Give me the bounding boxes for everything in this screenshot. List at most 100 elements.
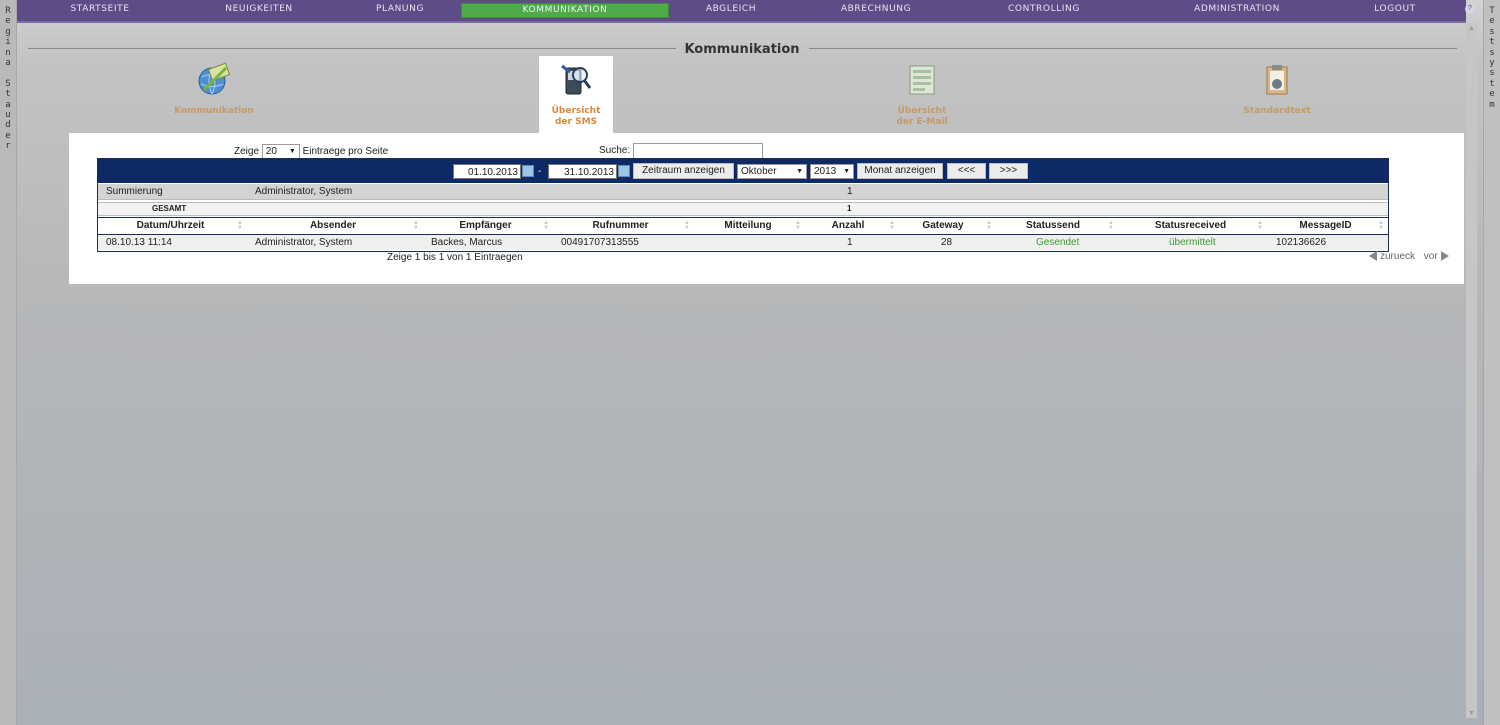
- date-from-input[interactable]: 01.10.2013: [453, 164, 521, 179]
- scroll-up-icon[interactable]: ▲: [1468, 25, 1475, 32]
- clipboard-icon: [1266, 65, 1288, 95]
- phone-magnifier-icon: [561, 64, 592, 95]
- column-header-messageid[interactable]: MessageID: [1268, 218, 1383, 234]
- calendar-icon[interactable]: [618, 165, 630, 177]
- sms-table: 01.10.2013 - 31.10.2013 Zeitraum anzeige…: [97, 158, 1389, 252]
- nav-neuigkeiten[interactable]: NEUIGKEITEN: [215, 3, 303, 16]
- left-side-strip: Regina Stauder: [0, 0, 17, 725]
- scroll-down-icon[interactable]: ▼: [1468, 710, 1475, 717]
- cell-gateway: 28: [941, 237, 953, 248]
- column-header-statusreceived[interactable]: Statusreceived: [1118, 218, 1263, 234]
- table-row[interactable]: 08.10.13 11:14 Administrator, System Bac…: [98, 235, 1388, 250]
- system-name-letter: s: [1489, 47, 1495, 58]
- cell-datum: 08.10.13 11:14: [106, 237, 172, 248]
- cell-empfaenger: Backes, Marcus: [431, 237, 503, 248]
- page-size-select[interactable]: 20 ▼: [261, 144, 300, 159]
- filter-toolbar: 01.10.2013 - 31.10.2013 Zeitraum anzeige…: [98, 159, 1388, 183]
- date-range-dash: -: [538, 166, 542, 177]
- column-header-empfaenger[interactable]: Empfänger: [423, 218, 548, 234]
- user-name-letter: a: [5, 57, 11, 68]
- cell-messageid: 102136626: [1276, 237, 1327, 248]
- user-name-letter: S: [5, 78, 11, 89]
- summary-row: Summierung Administrator, System 1: [98, 184, 1388, 200]
- system-name-letter: t: [1489, 78, 1495, 89]
- sort-icon[interactable]: ▲ ▼: [795, 220, 801, 231]
- user-name-letter: R: [5, 6, 11, 16]
- top-navigation: STARTSEITE NEUIGKEITEN PLANUNG KOMMUNIKA…: [17, 0, 1475, 23]
- column-header-anzahl[interactable]: Anzahl: [803, 218, 893, 234]
- system-name-letter: t: [1489, 37, 1495, 48]
- pagination: zurueck vor: [1369, 251, 1449, 262]
- sort-icon[interactable]: ▲ ▼: [1257, 220, 1263, 231]
- email-list-icon: [909, 65, 935, 95]
- previous-month-button[interactable]: <<<: [947, 163, 986, 179]
- system-name-letter: s: [1489, 26, 1495, 37]
- nav-administration[interactable]: ADMINISTRATION: [1182, 3, 1292, 16]
- module-label-line2: der E-Mail: [896, 117, 948, 127]
- dropdown-caret-icon: ▼: [796, 168, 803, 175]
- module-sms-overview[interactable]: Übersicht der SMS: [539, 56, 613, 134]
- user-name-letter: [0, 68, 16, 78]
- user-name-letter: d: [5, 120, 11, 131]
- date-to-input[interactable]: 31.10.2013: [548, 164, 617, 179]
- column-header-absender[interactable]: Absender: [248, 218, 418, 234]
- cell-absender: Administrator, System: [255, 237, 353, 248]
- user-name-letter: e: [5, 130, 11, 141]
- summary-count: 1: [847, 186, 853, 197]
- show-label: Zeige: [234, 146, 260, 158]
- column-header-datum[interactable]: Datum/Uhrzeit: [98, 218, 243, 234]
- month-select[interactable]: Oktober ▼: [737, 164, 807, 179]
- sort-icon[interactable]: ▲ ▼: [684, 220, 690, 231]
- sort-icon[interactable]: ▲ ▼: [1108, 220, 1114, 231]
- help-icon[interactable]: ?: [1465, 4, 1475, 14]
- calendar-icon[interactable]: [522, 165, 534, 177]
- next-arrow-icon[interactable]: [1440, 251, 1449, 262]
- vertical-scrollbar[interactable]: [1466, 23, 1477, 718]
- sort-icon[interactable]: ▲ ▼: [889, 220, 895, 231]
- nav-kommunikation[interactable]: KOMMUNIKATION: [461, 3, 669, 18]
- nav-controlling[interactable]: CONTROLLING: [1002, 3, 1086, 16]
- system-name-letter: s: [1489, 68, 1495, 79]
- sort-icon[interactable]: ▲ ▼: [413, 220, 419, 231]
- month-value: Oktober: [741, 166, 777, 177]
- table-info: Zeige 1 bis 1 von 1 Eintraegen: [387, 252, 523, 263]
- table-header: Datum/Uhrzeit ▲ ▼ Absender ▲ ▼ Empfänger ▲…: [98, 217, 1388, 235]
- previous-page-link[interactable]: zurueck: [1380, 251, 1415, 262]
- column-header-statussend[interactable]: Statussend: [993, 218, 1113, 234]
- show-month-button[interactable]: Monat anzeigen: [857, 163, 943, 179]
- system-name-letter: T: [1489, 6, 1495, 16]
- sort-icon[interactable]: ▲ ▼: [986, 220, 992, 231]
- total-row: GESAMT 1: [98, 202, 1388, 216]
- module-kommunikation[interactable]: Kommunikation: [164, 62, 264, 122]
- next-month-button[interactable]: >>>: [989, 163, 1028, 179]
- nav-startseite[interactable]: STARTSEITE: [60, 3, 140, 16]
- previous-arrow-icon[interactable]: [1369, 251, 1377, 262]
- page-size-control: Zeige 20 ▼ Eintraege pro Seite: [234, 144, 388, 159]
- dropdown-caret-icon: ▼: [843, 168, 850, 175]
- next-page-link[interactable]: vor: [1424, 251, 1438, 262]
- module-email-overview[interactable]: Übersicht der E-Mail: [872, 62, 972, 127]
- column-header-rufnummer[interactable]: Rufnummer: [553, 218, 688, 234]
- nav-abrechnung[interactable]: ABRECHNUNG: [834, 3, 918, 16]
- sort-icon[interactable]: ▲ ▼: [237, 220, 243, 231]
- right-side-strip: Testsystem: [1483, 0, 1500, 725]
- column-header-gateway[interactable]: Gateway: [898, 218, 988, 234]
- sort-icon[interactable]: ▲ ▼: [1378, 220, 1384, 231]
- year-value: 2013: [814, 166, 837, 177]
- sort-icon[interactable]: ▲ ▼: [543, 220, 549, 231]
- nav-planung[interactable]: PLANUNG: [365, 3, 435, 16]
- system-name-letter: y: [1489, 57, 1495, 68]
- summary-sender: Administrator, System: [255, 186, 353, 197]
- summary-label: Summierung: [106, 186, 163, 197]
- page-size-value: 20: [265, 146, 277, 157]
- cell-rufnummer: 00491707313555: [561, 237, 639, 248]
- nav-logout[interactable]: LOGOUT: [1366, 3, 1424, 16]
- nav-abgleich[interactable]: ABGLEICH: [694, 3, 768, 16]
- module-label: Kommunikation: [174, 106, 254, 116]
- module-label: Standardtext: [1243, 106, 1311, 116]
- dropdown-caret-icon: ▼: [288, 148, 296, 155]
- year-select[interactable]: 2013 ▼: [810, 164, 854, 179]
- show-range-button[interactable]: Zeitraum anzeigen: [633, 163, 734, 179]
- column-header-mitteilung[interactable]: Mitteilung: [693, 218, 803, 234]
- module-standardtext[interactable]: Standardtext: [1227, 62, 1327, 122]
